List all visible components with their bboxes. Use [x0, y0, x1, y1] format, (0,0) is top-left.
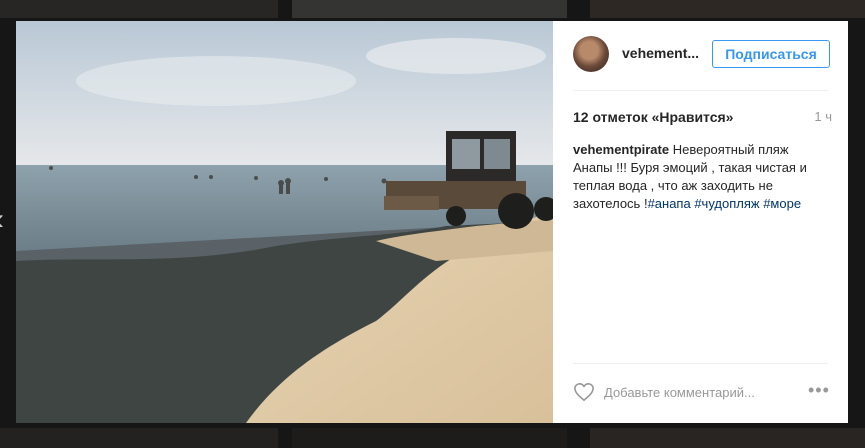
divider: [573, 363, 828, 364]
avatar[interactable]: [573, 36, 609, 72]
post-header: vehement... Подписаться: [553, 21, 848, 89]
post-photo[interactable]: [16, 21, 553, 423]
hashtag-link[interactable]: #анапа: [648, 196, 691, 211]
follow-button[interactable]: Подписаться: [712, 40, 830, 68]
caption-author[interactable]: vehementpirate: [573, 142, 669, 157]
post-sidebar: vehement... Подписаться 12 отметок «Нрав…: [553, 21, 848, 423]
post-modal: vehement... Подписаться 12 отметок «Нрав…: [16, 21, 848, 423]
hashtag-link[interactable]: #море: [763, 196, 801, 211]
post-time[interactable]: 1 ч: [814, 109, 832, 124]
caption: vehementpirate Невероятный пляж Анапы !!…: [573, 141, 828, 213]
divider: [573, 90, 828, 91]
heart-icon[interactable]: [573, 382, 595, 402]
hashtag-link[interactable]: #чудопляж: [694, 196, 759, 211]
chevron-left-icon[interactable]: ‹: [0, 205, 14, 235]
comment-input[interactable]: [604, 383, 794, 401]
comment-row: •••: [573, 377, 829, 407]
likes-count[interactable]: 12 отметок «Нравится»: [573, 109, 733, 125]
username-link[interactable]: vehement...: [622, 45, 699, 61]
more-options-icon[interactable]: •••: [808, 381, 829, 402]
beach-photo: [16, 21, 553, 423]
